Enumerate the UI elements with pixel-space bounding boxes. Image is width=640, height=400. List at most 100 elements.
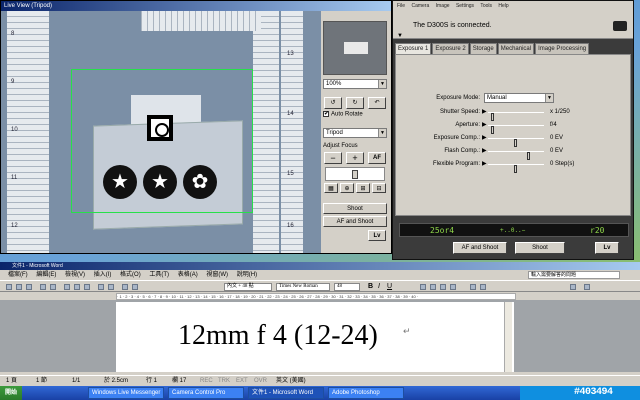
rotate-180-button[interactable]: ↶ bbox=[368, 97, 386, 109]
af-area-frame[interactable] bbox=[71, 69, 253, 213]
checkbox[interactable]: ✔ bbox=[323, 111, 329, 117]
menu-item-file[interactable]: File bbox=[397, 3, 405, 9]
shoot-button[interactable]: Shoot bbox=[323, 203, 387, 214]
align-center-icon[interactable] bbox=[430, 284, 436, 290]
save-icon[interactable] bbox=[26, 284, 32, 290]
align-right-icon[interactable] bbox=[440, 284, 446, 290]
rotate-left-button[interactable]: ↺ bbox=[324, 97, 342, 109]
ccp-af-and-shoot-button[interactable]: AF and Shoot bbox=[453, 242, 507, 254]
focus-slider-thumb[interactable] bbox=[352, 170, 358, 179]
italic-icon[interactable]: I bbox=[378, 283, 380, 290]
undo-icon[interactable] bbox=[98, 284, 104, 290]
bold-icon[interactable]: B bbox=[368, 283, 373, 290]
focus-plus-button[interactable]: + bbox=[346, 152, 364, 164]
af-and-shoot-button[interactable]: AF and Shoot bbox=[323, 216, 387, 227]
new-document-icon[interactable] bbox=[6, 284, 12, 290]
style-select[interactable]: 內文 + 48 點 bbox=[224, 283, 272, 291]
underline-icon[interactable]: U bbox=[387, 283, 392, 290]
auto-rotate-checkbox[interactable]: ✔ Auto Rotate bbox=[323, 111, 363, 118]
exposure-mode-select[interactable]: Manual ▼ bbox=[484, 93, 554, 103]
arrow-left-icon[interactable]: ▶ bbox=[482, 121, 487, 128]
flash-comp-slider[interactable] bbox=[488, 151, 544, 160]
justify-icon[interactable] bbox=[450, 284, 456, 290]
table-icon[interactable] bbox=[122, 284, 128, 290]
lv-button[interactable]: Lv bbox=[368, 230, 386, 241]
copy-icon[interactable] bbox=[74, 284, 80, 290]
menu-item-tools[interactable]: 工具(T) bbox=[149, 272, 169, 278]
zoom-select[interactable]: 100% ▼ bbox=[323, 79, 387, 89]
menu-item-settings[interactable]: Settings bbox=[456, 3, 474, 9]
ccp-lv-button[interactable]: Lv bbox=[595, 242, 619, 254]
menu-item-file[interactable]: 檔案(F) bbox=[8, 272, 28, 278]
grid-icon[interactable]: ▦ bbox=[324, 183, 338, 193]
vertical-scrollbar[interactable] bbox=[504, 302, 512, 372]
menu-item-image[interactable]: Image bbox=[436, 3, 450, 9]
tab-storage[interactable]: Storage bbox=[469, 43, 497, 54]
font-color-icon[interactable] bbox=[584, 284, 590, 290]
bullets-icon[interactable] bbox=[480, 284, 486, 290]
cut-icon[interactable] bbox=[64, 284, 70, 290]
paste-icon[interactable] bbox=[84, 284, 90, 290]
shutter-speed-slider[interactable] bbox=[488, 112, 544, 121]
document-page[interactable]: 12mm f 4 (12-24) ↵ bbox=[116, 302, 514, 372]
print-icon[interactable] bbox=[40, 284, 46, 290]
horizontal-ruler[interactable]: · 1 · 2 · 3 · 4 · 5 · 6 · 7 · 8 · 9 · 10… bbox=[116, 293, 516, 300]
status-trk[interactable]: TRK bbox=[218, 376, 230, 386]
status-rec[interactable]: REC bbox=[200, 376, 213, 386]
menu-item-view[interactable]: 檢視(V) bbox=[65, 272, 85, 278]
ccp-shoot-button[interactable]: Shoot bbox=[515, 242, 565, 254]
zoom-out-icon[interactable]: ⊟ bbox=[372, 183, 386, 193]
redo-icon[interactable] bbox=[108, 284, 114, 290]
tab-exposure-1[interactable]: Exposure 1 bbox=[395, 43, 432, 54]
aperture-slider[interactable] bbox=[488, 125, 544, 134]
chevron-down-icon[interactable]: ▼ bbox=[378, 129, 386, 137]
menu-item-edit[interactable]: 編輯(E) bbox=[36, 272, 56, 278]
font-select[interactable]: Times New Roman bbox=[276, 283, 330, 291]
arrow-left-icon[interactable]: ▶ bbox=[482, 134, 487, 141]
start-button[interactable]: 開始 bbox=[0, 386, 22, 400]
columns-icon[interactable] bbox=[132, 284, 138, 290]
arrow-left-icon[interactable]: ▶ bbox=[482, 160, 487, 167]
task-photoshop[interactable]: Adobe Photoshop bbox=[328, 387, 404, 399]
exposure-comp-slider[interactable] bbox=[488, 138, 544, 147]
menu-item-window[interactable]: 視窗(W) bbox=[206, 272, 228, 278]
task-windows-live-messenger[interactable]: Windows Live Messenger bbox=[88, 387, 164, 399]
arrow-left-icon[interactable]: ▶ bbox=[482, 147, 487, 154]
af-button[interactable]: AF bbox=[368, 152, 386, 164]
menu-item-camera[interactable]: Camera bbox=[411, 3, 429, 9]
open-icon[interactable] bbox=[16, 284, 22, 290]
tab-exposure-2[interactable]: Exposure 2 bbox=[432, 43, 469, 54]
focus-minus-button[interactable]: − bbox=[324, 152, 342, 164]
menu-item-tools[interactable]: Tools bbox=[480, 3, 492, 9]
menu-item-insert[interactable]: 插入(I) bbox=[94, 272, 112, 278]
chevron-down-icon[interactable]: ▼ bbox=[378, 80, 386, 88]
task-word[interactable]: 文件1 - Microsoft Word bbox=[248, 387, 324, 399]
mode-select[interactable]: Tripod ▼ bbox=[323, 128, 387, 138]
tab-image-processing[interactable]: Image Processing bbox=[535, 43, 590, 54]
print-preview-icon[interactable] bbox=[50, 284, 56, 290]
document-text[interactable]: 12mm f 4 (12-24) bbox=[178, 320, 378, 352]
rotate-right-button[interactable]: ↻ bbox=[346, 97, 364, 109]
status-ovr[interactable]: OVR bbox=[254, 376, 267, 386]
flexible-program-slider[interactable] bbox=[488, 164, 544, 173]
font-size-select[interactable]: 48 bbox=[334, 283, 360, 291]
menu-item-table[interactable]: 表格(A) bbox=[178, 272, 198, 278]
menu-item-help[interactable]: 說明(H) bbox=[237, 272, 257, 278]
slider-thumb[interactable] bbox=[514, 165, 517, 173]
task-camera-control-pro[interactable]: Camera Control Pro bbox=[168, 387, 244, 399]
chevron-down-icon[interactable]: ▼ bbox=[545, 94, 553, 102]
align-left-icon[interactable] bbox=[420, 284, 426, 290]
tab-mechanical[interactable]: Mechanical bbox=[497, 43, 535, 54]
menu-item-format[interactable]: 格式(O) bbox=[120, 272, 141, 278]
menu-item-help[interactable]: Help bbox=[498, 3, 508, 9]
zoom-in-icon[interactable]: ⊞ bbox=[356, 183, 370, 193]
arrow-left-icon[interactable]: ▶ bbox=[482, 108, 487, 115]
crosshair-icon[interactable]: ⊕ bbox=[340, 183, 354, 193]
status-ext[interactable]: EXT bbox=[236, 376, 248, 386]
highlight-icon[interactable] bbox=[570, 284, 576, 290]
navigator-thumbnail[interactable] bbox=[323, 21, 387, 75]
triangle-down-icon[interactable]: ▼ bbox=[397, 33, 403, 39]
ask-question-input[interactable]: 輸入需要解答的問題 bbox=[528, 271, 620, 279]
focus-slider[interactable] bbox=[325, 167, 385, 181]
numbering-icon[interactable] bbox=[470, 284, 476, 290]
